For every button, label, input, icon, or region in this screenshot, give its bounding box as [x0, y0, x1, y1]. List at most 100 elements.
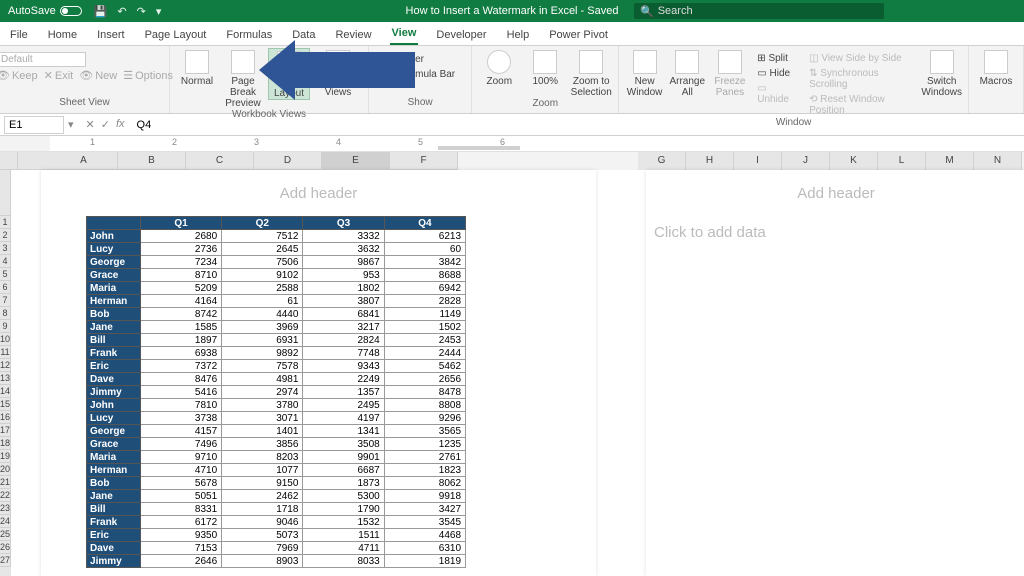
data-cell[interactable]: 2824 [303, 334, 384, 347]
data-cell[interactable]: 3969 [222, 321, 303, 334]
tab-home[interactable]: Home [46, 27, 79, 45]
data-cell[interactable]: 2828 [384, 295, 465, 308]
data-cell[interactable]: 9046 [222, 516, 303, 529]
row-name-cell[interactable]: Jane [87, 490, 141, 503]
row-name-cell[interactable]: Lucy [87, 412, 141, 425]
data-cell[interactable]: 6172 [140, 516, 221, 529]
data-cell[interactable]: 5678 [140, 477, 221, 490]
row-name-cell[interactable]: Grace [87, 438, 141, 451]
enter-formula-icon[interactable]: ✓ [101, 118, 110, 131]
data-cell[interactable]: 5209 [140, 282, 221, 295]
col-header-K[interactable]: K [830, 152, 878, 171]
data-cell[interactable]: 6687 [303, 464, 384, 477]
switch-windows-button[interactable]: Switch Windows [921, 48, 962, 98]
data-cell[interactable]: 1149 [384, 308, 465, 321]
data-cell[interactable]: 2736 [140, 243, 221, 256]
tab-help[interactable]: Help [505, 27, 532, 45]
row-header[interactable]: 16 [0, 411, 11, 424]
data-cell[interactable]: 9296 [384, 412, 465, 425]
data-cell[interactable]: 9343 [303, 360, 384, 373]
row-name-cell[interactable]: John [87, 230, 141, 243]
row-header[interactable]: 18 [0, 437, 11, 450]
data-cell[interactable]: 8710 [140, 269, 221, 282]
row-header[interactable]: 14 [0, 385, 11, 398]
data-cell[interactable]: 3565 [384, 425, 465, 438]
exit-button[interactable]: ✕ Exit [44, 69, 74, 82]
save-icon[interactable]: 💾 [94, 5, 108, 18]
data-cell[interactable]: 2646 [140, 555, 221, 568]
tab-view[interactable]: View [390, 25, 419, 45]
row-header[interactable]: 2 [0, 229, 11, 242]
data-cell[interactable]: 1401 [222, 425, 303, 438]
row-header[interactable]: 6 [0, 281, 11, 294]
row-header[interactable]: 26 [0, 541, 11, 554]
row-name-cell[interactable]: Jimmy [87, 555, 141, 568]
row-header[interactable]: 9 [0, 320, 11, 333]
row-name-cell[interactable]: Herman [87, 295, 141, 308]
data-cell[interactable]: 1511 [303, 529, 384, 542]
data-cell[interactable]: 6213 [384, 230, 465, 243]
row-header[interactable]: 23 [0, 502, 11, 515]
row-header[interactable]: 8 [0, 307, 11, 320]
data-cell[interactable]: 9350 [140, 529, 221, 542]
data-cell[interactable]: 9150 [222, 477, 303, 490]
row-header[interactable]: 5 [0, 268, 11, 281]
fx-icon[interactable]: fx [116, 118, 125, 131]
table-header[interactable] [87, 217, 141, 230]
data-cell[interactable]: 1585 [140, 321, 221, 334]
data-cell[interactable]: 5073 [222, 529, 303, 542]
data-cell[interactable]: 8808 [384, 399, 465, 412]
data-cell[interactable]: 1718 [222, 503, 303, 516]
data-cell[interactable]: 60 [384, 243, 465, 256]
data-cell[interactable]: 5462 [384, 360, 465, 373]
data-cell[interactable]: 4711 [303, 542, 384, 555]
search-box[interactable]: 🔍 Search [634, 3, 884, 19]
data-cell[interactable]: 1502 [384, 321, 465, 334]
data-cell[interactable]: 2462 [222, 490, 303, 503]
col-header-I[interactable]: I [734, 152, 782, 171]
normal-view-button[interactable]: Normal [176, 48, 218, 87]
data-cell[interactable]: 1897 [140, 334, 221, 347]
row-header[interactable]: 4 [0, 255, 11, 268]
data-cell[interactable]: 7506 [222, 256, 303, 269]
row-header[interactable]: 13 [0, 372, 11, 385]
data-cell[interactable]: 9710 [140, 451, 221, 464]
row-name-cell[interactable]: Dave [87, 542, 141, 555]
table-header[interactable]: Q1 [140, 217, 221, 230]
row-name-cell[interactable]: Bob [87, 477, 141, 490]
row-name-cell[interactable]: George [87, 256, 141, 269]
data-cell[interactable]: 3217 [303, 321, 384, 334]
data-cell[interactable]: 2453 [384, 334, 465, 347]
new-window-button[interactable]: New Window [625, 48, 664, 98]
col-header-M[interactable]: M [926, 152, 974, 171]
data-cell[interactable]: 3427 [384, 503, 465, 516]
row-header[interactable]: 3 [0, 242, 11, 255]
data-cell[interactable]: 9867 [303, 256, 384, 269]
data-cell[interactable]: 7372 [140, 360, 221, 373]
data-cell[interactable]: 6931 [222, 334, 303, 347]
data-cell[interactable]: 4468 [384, 529, 465, 542]
row-header[interactable]: 1 [0, 216, 11, 229]
row-header[interactable]: 20 [0, 463, 11, 476]
row-name-cell[interactable]: Herman [87, 464, 141, 477]
data-cell[interactable]: 9901 [303, 451, 384, 464]
col-header-J[interactable]: J [782, 152, 830, 171]
options-button[interactable]: ☰ Options [123, 69, 173, 82]
chevron-down-icon[interactable]: ▾ [156, 5, 162, 18]
data-cell[interactable]: 2680 [140, 230, 221, 243]
data-cell[interactable]: 3632 [303, 243, 384, 256]
col-header-L[interactable]: L [878, 152, 926, 171]
col-header-B[interactable]: B [118, 152, 186, 170]
undo-icon[interactable]: ↶ [117, 5, 126, 18]
data-cell[interactable]: 8476 [140, 373, 221, 386]
data-cell[interactable]: 1790 [303, 503, 384, 516]
unhide-button[interactable]: ▭ Unhide [753, 82, 801, 106]
row-name-cell[interactable]: Frank [87, 347, 141, 360]
row-name-cell[interactable]: George [87, 425, 141, 438]
data-cell[interactable]: 953 [303, 269, 384, 282]
select-all-button[interactable] [0, 152, 18, 170]
row-name-cell[interactable]: Maria [87, 451, 141, 464]
data-cell[interactable]: 8331 [140, 503, 221, 516]
col-header-H[interactable]: H [686, 152, 734, 171]
data-cell[interactable]: 1235 [384, 438, 465, 451]
